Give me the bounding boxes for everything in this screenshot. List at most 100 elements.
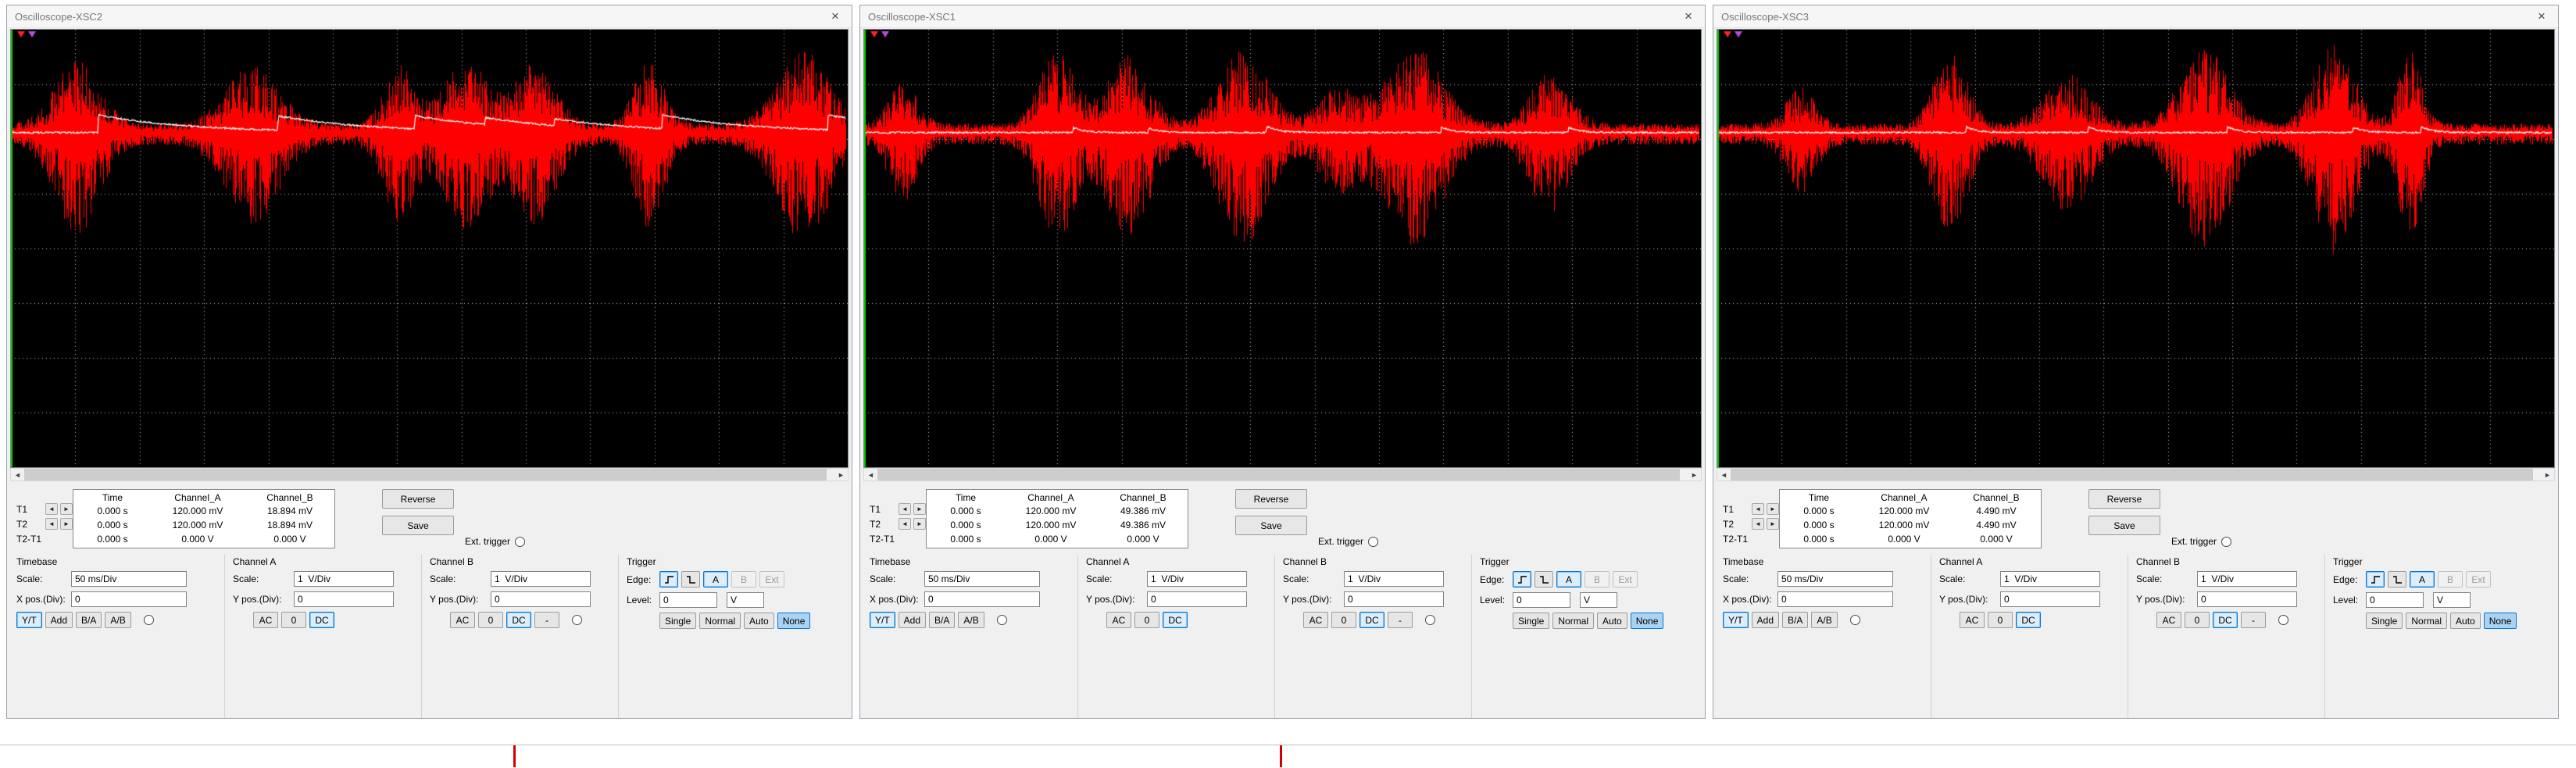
channel-b-dc-button[interactable]: DC	[506, 612, 531, 628]
channel-a-scale-input[interactable]	[294, 571, 394, 587]
timebase-scale-input[interactable]	[924, 571, 1040, 587]
ab-mode-button[interactable]: A/B	[105, 612, 130, 628]
channel-a-dc-button[interactable]: DC	[1163, 612, 1188, 628]
trigger-auto-button[interactable]: Auto	[2450, 613, 2481, 629]
yt-mode-button[interactable]: Y/T	[16, 612, 42, 628]
scrollbar-thumb[interactable]	[1731, 469, 2533, 480]
ext-trigger-radio[interactable]	[1368, 537, 1378, 547]
horizontal-scrollbar[interactable]: ◄ ►	[1717, 468, 2555, 481]
channel-b-invert-button[interactable]: -	[534, 612, 559, 628]
timebase-xpos-input[interactable]	[71, 591, 187, 607]
timebase-radio-indicator[interactable]	[144, 615, 154, 625]
trigger-channel-b-button[interactable]: B	[1585, 571, 1610, 588]
trigger-ext-button[interactable]: Ext	[1613, 571, 1638, 588]
ext-trigger-radio[interactable]	[2221, 537, 2231, 547]
scroll-right-icon[interactable]: ►	[2541, 469, 2554, 480]
scrollbar-thumb[interactable]	[877, 469, 1680, 480]
trigger-level-input[interactable]	[659, 592, 717, 608]
reverse-button[interactable]: Reverse	[2088, 489, 2160, 509]
titlebar[interactable]: Oscilloscope-XSC1 ×	[860, 5, 1705, 28]
close-icon[interactable]: ×	[822, 7, 849, 26]
scroll-left-icon[interactable]: ◄	[11, 469, 24, 480]
channel-b-invert-button[interactable]: -	[1388, 612, 1413, 628]
trigger-auto-button[interactable]: Auto	[744, 613, 774, 629]
trigger-normal-button[interactable]: Normal	[2406, 613, 2447, 629]
trigger-normal-button[interactable]: Normal	[699, 613, 741, 629]
trigger-normal-button[interactable]: Normal	[1552, 613, 1594, 629]
add-mode-button[interactable]: Add	[45, 612, 73, 628]
scrollbar-track[interactable]	[1731, 469, 2541, 480]
t1-move-left-icon[interactable]: ◄	[45, 503, 58, 515]
titlebar[interactable]: Oscilloscope-XSC3 ×	[1713, 5, 2558, 28]
channel-b-dc-button[interactable]: DC	[1359, 612, 1384, 628]
trigger-channel-b-button[interactable]: B	[2438, 571, 2463, 588]
channel-b-invert-button[interactable]: -	[2241, 612, 2266, 628]
channel-b-ground-button[interactable]: 0	[2185, 612, 2210, 628]
falling-edge-icon[interactable]	[2388, 571, 2406, 588]
channel-b-ground-button[interactable]: 0	[1331, 612, 1356, 628]
scroll-left-icon[interactable]: ◄	[864, 469, 877, 480]
yt-mode-button[interactable]: Y/T	[1723, 612, 1749, 628]
t1-move-right-icon[interactable]: ►	[1767, 503, 1779, 515]
trigger-channel-a-button[interactable]: A	[1556, 571, 1581, 588]
t1-move-right-icon[interactable]: ►	[913, 503, 926, 515]
channel-a-dc-button[interactable]: DC	[309, 612, 334, 628]
t1-move-left-icon[interactable]: ◄	[1752, 503, 1764, 515]
channel-b-radio-indicator[interactable]	[1425, 615, 1435, 625]
t2-move-left-icon[interactable]: ◄	[899, 518, 911, 530]
channel-b-ac-button[interactable]: AC	[450, 612, 475, 628]
channel-b-ypos-input[interactable]	[491, 591, 591, 607]
trigger-unit-select[interactable]	[727, 592, 764, 608]
t2-move-left-icon[interactable]: ◄	[1752, 518, 1764, 530]
scroll-right-icon[interactable]: ►	[1688, 469, 1701, 480]
close-icon[interactable]: ×	[2528, 7, 2555, 26]
channel-b-radio-indicator[interactable]	[2278, 615, 2288, 625]
trigger-none-button[interactable]: None	[1631, 613, 1664, 629]
channel-a-ypos-input[interactable]	[294, 591, 394, 607]
channel-b-dc-button[interactable]: DC	[2213, 612, 2238, 628]
reverse-button[interactable]: Reverse	[382, 489, 454, 509]
channel-b-ypos-input[interactable]	[2197, 591, 2297, 607]
t2-move-right-icon[interactable]: ►	[913, 518, 926, 530]
horizontal-scrollbar[interactable]: ◄ ►	[863, 468, 1702, 481]
channel-a-ground-button[interactable]: 0	[1988, 612, 2013, 628]
close-icon[interactable]: ×	[1675, 7, 1702, 26]
channel-b-ypos-input[interactable]	[1344, 591, 1444, 607]
scrollbar-track[interactable]	[24, 469, 834, 480]
trigger-unit-select[interactable]	[2433, 592, 2471, 608]
trigger-ext-button[interactable]: Ext	[2466, 571, 2491, 588]
scroll-right-icon[interactable]: ►	[834, 469, 848, 480]
scrollbar-track[interactable]	[877, 469, 1688, 480]
channel-a-ac-button[interactable]: AC	[1960, 612, 1985, 628]
yt-mode-button[interactable]: Y/T	[870, 612, 895, 628]
trigger-single-button[interactable]: Single	[659, 613, 696, 629]
trigger-single-button[interactable]: Single	[2366, 613, 2403, 629]
t2-move-right-icon[interactable]: ►	[60, 518, 73, 530]
channel-a-ypos-input[interactable]	[2000, 591, 2100, 607]
save-button[interactable]: Save	[1235, 516, 1307, 535]
ba-mode-button[interactable]: B/A	[76, 612, 102, 628]
timebase-xpos-input[interactable]	[924, 591, 1040, 607]
channel-b-scale-input[interactable]	[491, 571, 591, 587]
channel-b-radio-indicator[interactable]	[572, 615, 582, 625]
trigger-none-button[interactable]: None	[2484, 613, 2517, 629]
trigger-auto-button[interactable]: Auto	[1597, 613, 1627, 629]
t2-move-right-icon[interactable]: ►	[1767, 518, 1779, 530]
channel-a-dc-button[interactable]: DC	[2016, 612, 2041, 628]
channel-b-ground-button[interactable]: 0	[478, 612, 503, 628]
scrollbar-thumb[interactable]	[24, 469, 827, 480]
channel-b-ac-button[interactable]: AC	[1303, 612, 1328, 628]
rising-edge-icon[interactable]	[1513, 571, 1531, 588]
rising-edge-icon[interactable]	[659, 571, 678, 588]
channel-a-ground-button[interactable]: 0	[1134, 612, 1159, 628]
t1-move-right-icon[interactable]: ►	[60, 503, 73, 515]
trigger-level-input[interactable]	[1513, 592, 1570, 608]
timebase-radio-indicator[interactable]	[1850, 615, 1860, 625]
add-mode-button[interactable]: Add	[899, 612, 926, 628]
t1-move-left-icon[interactable]: ◄	[899, 503, 911, 515]
falling-edge-icon[interactable]	[681, 571, 700, 588]
channel-a-ac-button[interactable]: AC	[253, 612, 278, 628]
timebase-scale-input[interactable]	[1777, 571, 1893, 587]
channel-a-scale-input[interactable]	[1147, 571, 1247, 587]
channel-a-scale-input[interactable]	[2000, 571, 2100, 587]
